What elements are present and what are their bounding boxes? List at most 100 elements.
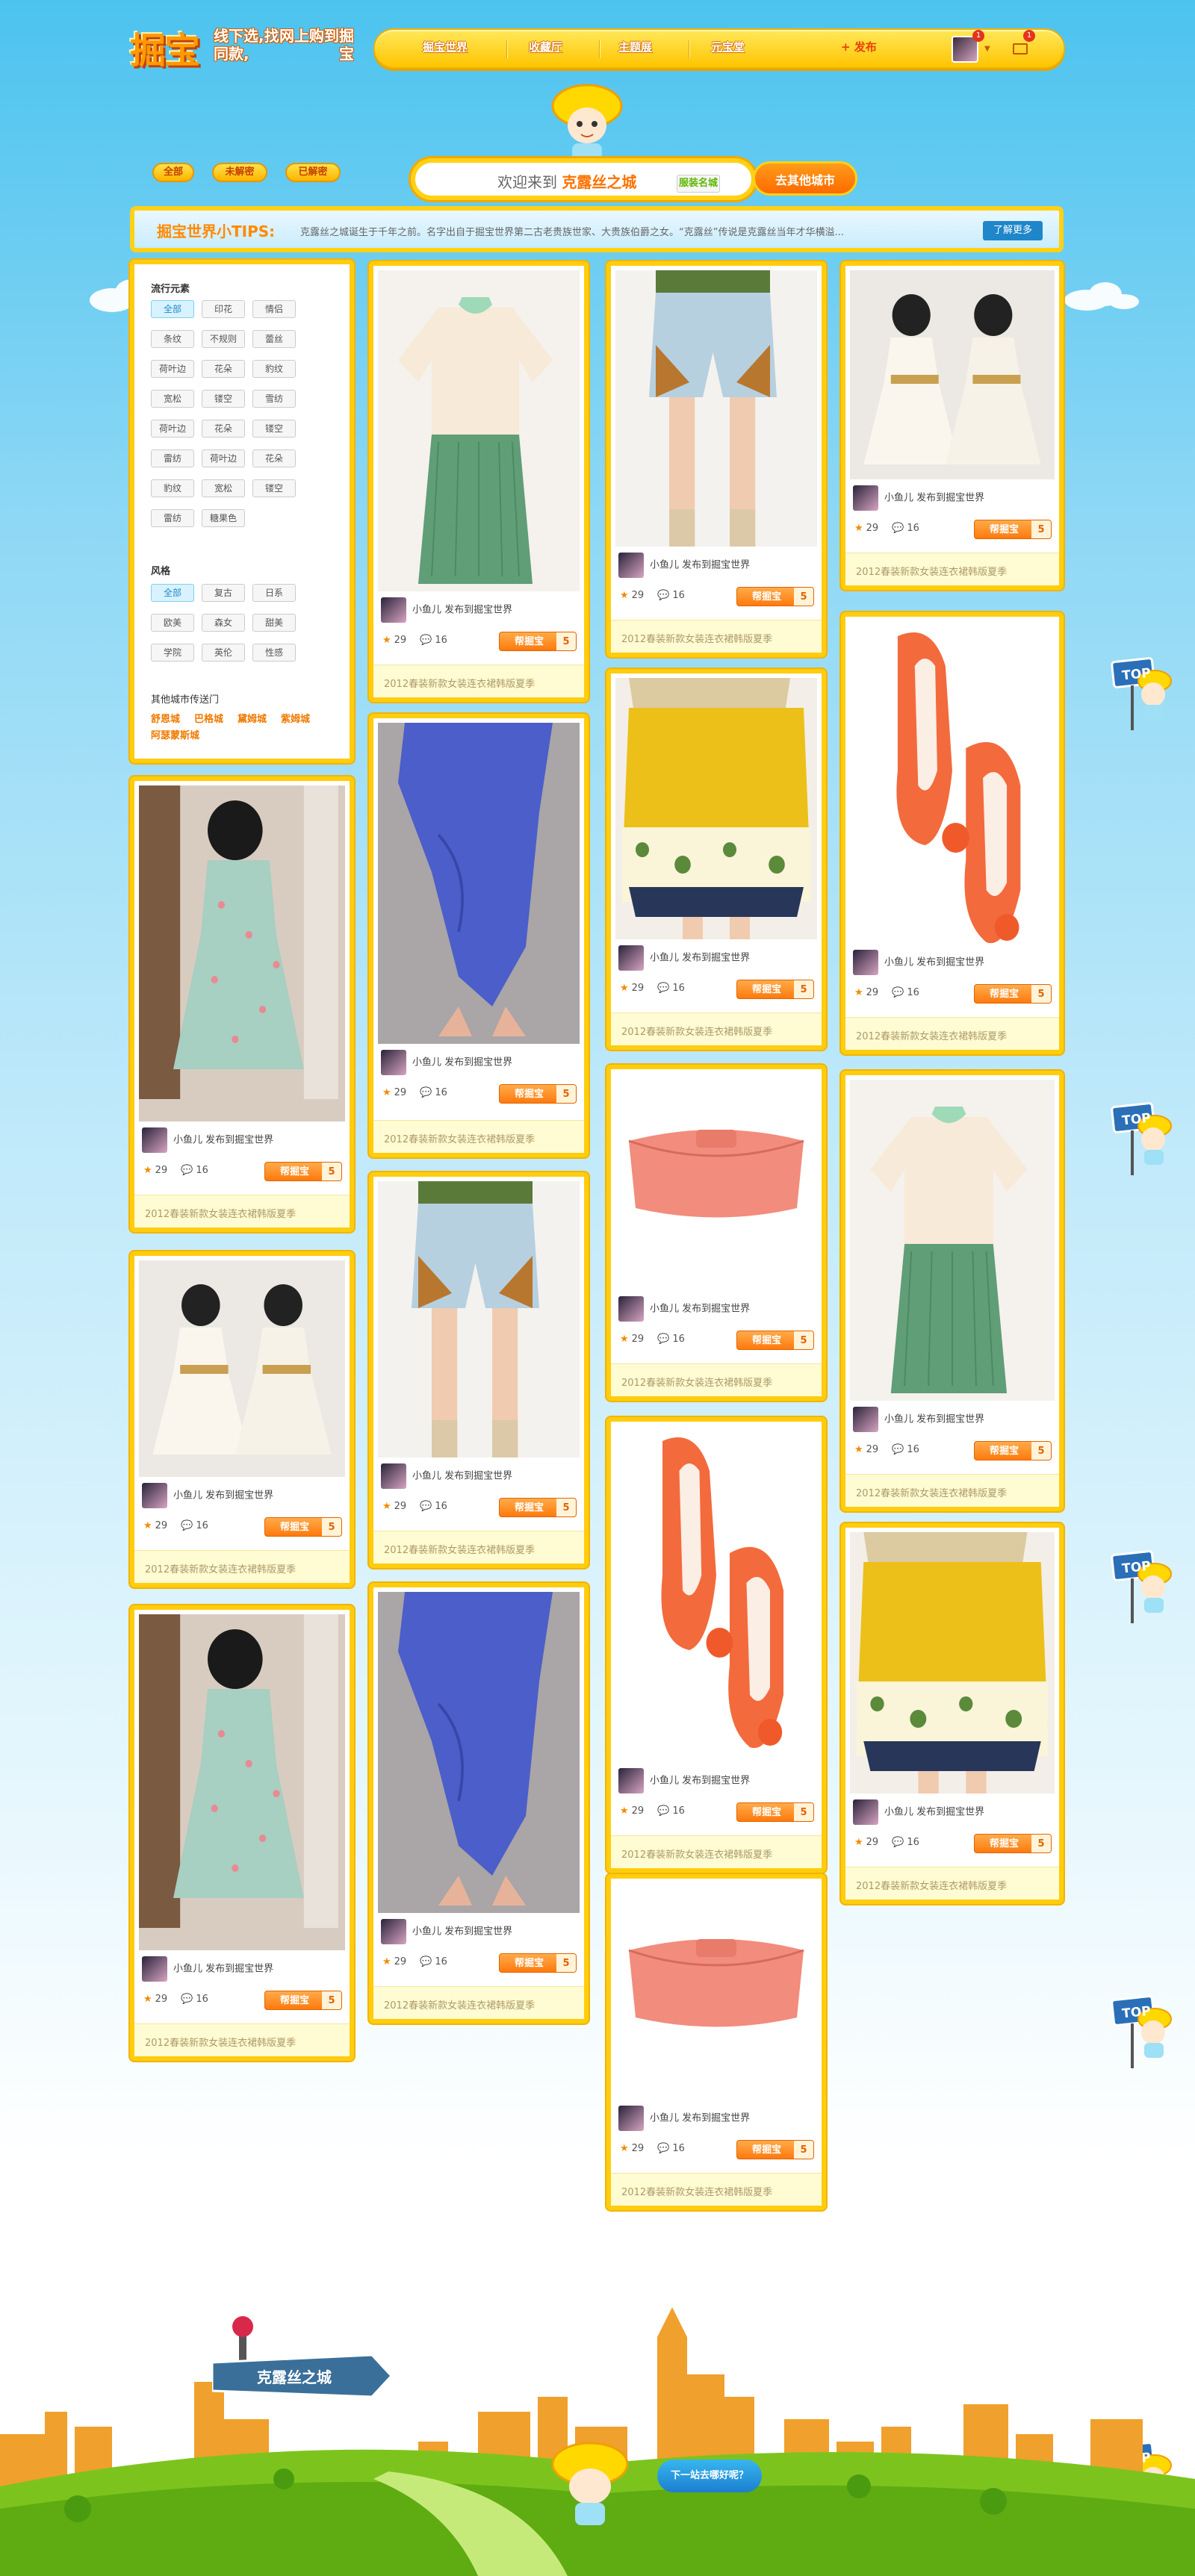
mail-icon[interactable] bbox=[1013, 43, 1028, 55]
filter-tag[interactable]: 荷叶边 bbox=[202, 449, 245, 467]
product-image[interactable] bbox=[850, 621, 1055, 944]
publisher-avatar[interactable] bbox=[853, 1799, 878, 1825]
comment-icon[interactable]: 💬 bbox=[657, 590, 669, 601]
product-title[interactable]: 2012春装新款女装连衣裙韩版夏季 bbox=[611, 1012, 822, 1045]
help-dig-button[interactable]: 帮掘宝 5 bbox=[499, 1498, 577, 1517]
product-title[interactable]: 2012春装新款女装连衣裙韩版夏季 bbox=[611, 2173, 822, 2206]
help-dig-button[interactable]: 帮掘宝 5 bbox=[974, 1834, 1052, 1853]
filter-tag[interactable]: 复古 bbox=[202, 584, 245, 602]
publisher-avatar[interactable] bbox=[142, 1956, 167, 1982]
product-image[interactable] bbox=[139, 1614, 345, 1950]
star-icon[interactable]: ★ bbox=[854, 1444, 863, 1455]
publisher-avatar[interactable] bbox=[618, 1768, 644, 1793]
city-link[interactable]: 巴格城 bbox=[194, 711, 223, 725]
publisher-avatar[interactable] bbox=[381, 1050, 406, 1075]
back-to-top-button[interactable]: TOP bbox=[1105, 1096, 1174, 1180]
comment-icon[interactable]: 💬 bbox=[892, 987, 904, 998]
star-icon[interactable]: ★ bbox=[620, 1334, 629, 1345]
product-title[interactable]: 2012春装新款女装连衣裙韩版夏季 bbox=[373, 1986, 584, 2019]
filter-tag[interactable]: 雷纺 bbox=[151, 509, 194, 527]
comment-icon[interactable]: 💬 bbox=[181, 1165, 193, 1176]
product-image[interactable] bbox=[378, 1181, 580, 1457]
product-title[interactable]: 2012春装新款女装连衣裙韩版夏季 bbox=[134, 2023, 350, 2056]
product-title[interactable]: 2012春装新款女装连衣裙韩版夏季 bbox=[611, 620, 822, 653]
product-image[interactable] bbox=[139, 785, 345, 1121]
star-icon[interactable]: ★ bbox=[143, 1165, 152, 1176]
filter-tag[interactable]: 豹纹 bbox=[252, 360, 296, 378]
product-image[interactable] bbox=[615, 270, 817, 547]
product-card[interactable]: 小鱼儿 发布到掘宝世界 ★ 29 💬 16 帮掘宝 5 2012春装新款女装连衣裙韩版夏季 bbox=[841, 1523, 1064, 1904]
product-title[interactable]: 2012春装新款女装连衣裙韩版夏季 bbox=[373, 665, 584, 697]
product-image[interactable] bbox=[378, 1592, 580, 1913]
star-icon[interactable]: ★ bbox=[854, 987, 863, 998]
help-dig-button[interactable]: 帮掘宝 5 bbox=[264, 1517, 342, 1537]
product-image[interactable] bbox=[615, 678, 817, 939]
nav-item-world[interactable]: 掘宝世界 bbox=[423, 39, 468, 55]
product-card[interactable]: 小鱼儿 发布到掘宝世界 ★ 29 💬 16 帮掘宝 5 2012春装新款女装连衣裙韩版夏季 bbox=[369, 1172, 589, 1568]
nav-item-yuanbao[interactable]: 元宝堂 bbox=[711, 39, 745, 55]
product-card[interactable]: 小鱼儿 发布到掘宝世界 ★ 29 💬 16 帮掘宝 5 2012春装新款女装连衣裙韩版夏季 bbox=[369, 714, 589, 1157]
product-title[interactable]: 2012春装新款女装连衣裙韩版夏季 bbox=[134, 1550, 350, 1583]
city-link[interactable]: 舒恩城 bbox=[151, 711, 180, 725]
product-card[interactable]: 小鱼儿 发布到掘宝世界 ★ 29 💬 16 帮掘宝 5 2012春装新款女装连衣裙韩版夏季 bbox=[841, 1071, 1064, 1511]
help-dig-button[interactable]: 帮掘宝 5 bbox=[974, 1441, 1052, 1460]
filter-tag[interactable]: 蕾丝 bbox=[252, 330, 296, 348]
nav-item-favorites[interactable]: 收藏厅 bbox=[529, 39, 562, 55]
publisher-avatar[interactable] bbox=[853, 1407, 878, 1432]
back-to-top-button[interactable]: TOP bbox=[1105, 1989, 1174, 2073]
help-dig-button[interactable]: 帮掘宝 5 bbox=[974, 520, 1052, 539]
comment-icon[interactable]: 💬 bbox=[181, 1994, 193, 2005]
product-image[interactable] bbox=[615, 1074, 817, 1290]
filter-tag[interactable]: 情侣 bbox=[252, 300, 296, 318]
filter-undecrypted[interactable]: 未解密 bbox=[212, 163, 267, 182]
product-image[interactable] bbox=[850, 270, 1055, 479]
product-title[interactable]: 2012春装新款女装连衣裙韩版夏季 bbox=[845, 1867, 1059, 1900]
star-icon[interactable]: ★ bbox=[382, 1087, 391, 1098]
product-card[interactable]: 小鱼儿 发布到掘宝世界 ★ 29 💬 16 帮掘宝 5 2012春装新款女装连衣裙韩版夏季 bbox=[606, 1417, 826, 1873]
product-card[interactable]: 小鱼儿 发布到掘宝世界 ★ 29 💬 16 帮掘宝 5 2012春装新款女装连衣裙韩版夏季 bbox=[606, 261, 826, 657]
publisher-avatar[interactable] bbox=[853, 485, 878, 511]
publisher-avatar[interactable] bbox=[142, 1483, 167, 1508]
filter-tag[interactable]: 雪纺 bbox=[252, 390, 296, 408]
product-card[interactable]: 小鱼儿 发布到掘宝世界 ★ 29 💬 16 帮掘宝 5 2012春装新款女装连衣裙韩版夏季 bbox=[130, 1605, 354, 2061]
filter-tag[interactable]: 糖果色 bbox=[202, 509, 245, 527]
star-icon[interactable]: ★ bbox=[143, 1520, 152, 1531]
filter-tag[interactable]: 日系 bbox=[252, 584, 296, 602]
publisher-avatar[interactable] bbox=[618, 2106, 644, 2131]
star-icon[interactable]: ★ bbox=[620, 983, 629, 994]
star-icon[interactable]: ★ bbox=[143, 1994, 152, 2005]
filter-tag[interactable]: 性感 bbox=[252, 644, 296, 662]
back-to-top-button[interactable]: TOP bbox=[1105, 651, 1174, 735]
filter-tag[interactable]: 不规则 bbox=[202, 330, 245, 348]
filter-tag[interactable]: 雷纺 bbox=[151, 449, 194, 467]
product-card[interactable]: 小鱼儿 发布到掘宝世界 ★ 29 💬 16 帮掘宝 5 2012春装新款女装连衣裙韩版夏季 bbox=[369, 1583, 589, 2023]
filter-tag[interactable]: 全部 bbox=[151, 584, 194, 602]
product-card[interactable]: 小鱼儿 发布到掘宝世界 ★ 29 💬 16 帮掘宝 5 2012春装新款女装连衣裙韩版夏季 bbox=[130, 777, 354, 1232]
filter-tag[interactable]: 宽松 bbox=[202, 479, 245, 497]
comment-icon[interactable]: 💬 bbox=[892, 1444, 904, 1455]
star-icon[interactable]: ★ bbox=[382, 1501, 391, 1512]
filter-tag[interactable]: 宽松 bbox=[151, 390, 194, 408]
help-dig-button[interactable]: 帮掘宝 5 bbox=[264, 1162, 342, 1181]
help-dig-button[interactable]: 帮掘宝 5 bbox=[264, 1991, 342, 2010]
star-icon[interactable]: ★ bbox=[382, 1956, 391, 1967]
publisher-avatar[interactable] bbox=[381, 1919, 406, 1944]
product-card[interactable]: 小鱼儿 发布到掘宝世界 ★ 29 💬 16 帮掘宝 5 2012春装新款女装连衣裙韩版夏季 bbox=[369, 261, 589, 702]
product-title[interactable]: 2012春装新款女装连衣裙韩版夏季 bbox=[611, 1835, 822, 1868]
publisher-avatar[interactable] bbox=[142, 1127, 167, 1153]
star-icon[interactable]: ★ bbox=[620, 2143, 629, 2154]
filter-tag[interactable]: 全部 bbox=[151, 300, 194, 318]
help-dig-button[interactable]: 帮掘宝 5 bbox=[736, 1331, 814, 1350]
filter-tag[interactable]: 花朵 bbox=[202, 360, 245, 378]
city-link[interactable]: 阿瑟蒙斯城 bbox=[151, 727, 199, 741]
comment-icon[interactable]: 💬 bbox=[892, 1837, 904, 1848]
publisher-avatar[interactable] bbox=[381, 597, 406, 623]
help-dig-button[interactable]: 帮掘宝 5 bbox=[499, 1084, 577, 1104]
nav-item-themes[interactable]: 主题展 bbox=[618, 39, 652, 55]
filter-tag[interactable]: 花朵 bbox=[252, 449, 296, 467]
filter-tag[interactable]: 甜美 bbox=[252, 614, 296, 632]
filter-tag[interactable]: 印花 bbox=[202, 300, 245, 318]
filter-tag[interactable]: 镂空 bbox=[202, 390, 245, 408]
star-icon[interactable]: ★ bbox=[620, 1805, 629, 1817]
help-dig-button[interactable]: 帮掘宝 5 bbox=[499, 632, 577, 651]
